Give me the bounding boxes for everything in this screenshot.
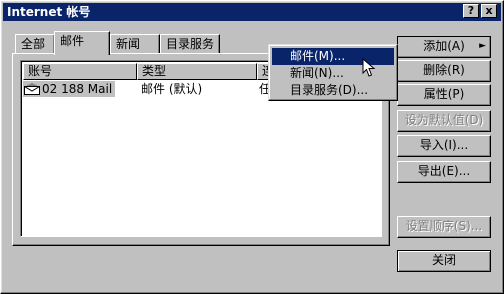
- account-name: 02 188 Mail: [42, 82, 113, 96]
- add-button[interactable]: 添加(A) ►: [397, 36, 491, 58]
- list-item[interactable]: 02 188 Mail: [23, 81, 115, 97]
- menu-item-directory[interactable]: 目录服务(D)...: [272, 82, 394, 99]
- mouse-cursor-icon: [362, 57, 376, 78]
- import-button[interactable]: 导入(I)...: [397, 135, 491, 157]
- mail-account-icon: [24, 83, 40, 95]
- remove-button[interactable]: 删除(R): [397, 60, 491, 82]
- tab-all[interactable]: 全部: [15, 34, 55, 54]
- title-bar: Internet 帐号: [3, 3, 501, 21]
- export-button[interactable]: 导出(E)...: [397, 161, 491, 183]
- submenu-arrow-icon: ►: [479, 41, 486, 51]
- window-title: Internet 帐号: [7, 5, 91, 19]
- set-order-button[interactable]: 设置顺序(S)...: [397, 216, 491, 238]
- help-button[interactable]: ?: [463, 4, 479, 18]
- properties-button[interactable]: 属性(P): [397, 84, 491, 106]
- add-submenu: 邮件(M)... 新闻(N)... 目录服务(D)...: [268, 44, 398, 101]
- close-window-button[interactable]: x: [481, 4, 497, 18]
- tab-news[interactable]: 新闻: [110, 34, 160, 54]
- tab-mail[interactable]: 邮件: [54, 31, 110, 55]
- column-header-account[interactable]: 账号: [23, 63, 137, 80]
- column-header-type[interactable]: 类型: [137, 63, 257, 80]
- tab-directory[interactable]: 目录服务: [160, 34, 220, 54]
- set-default-button[interactable]: 设为默认值(D): [397, 110, 491, 132]
- close-button[interactable]: 关闭: [397, 250, 491, 272]
- account-type: 邮件 (默认): [141, 82, 203, 96]
- add-button-label: 添加(A): [423, 39, 465, 53]
